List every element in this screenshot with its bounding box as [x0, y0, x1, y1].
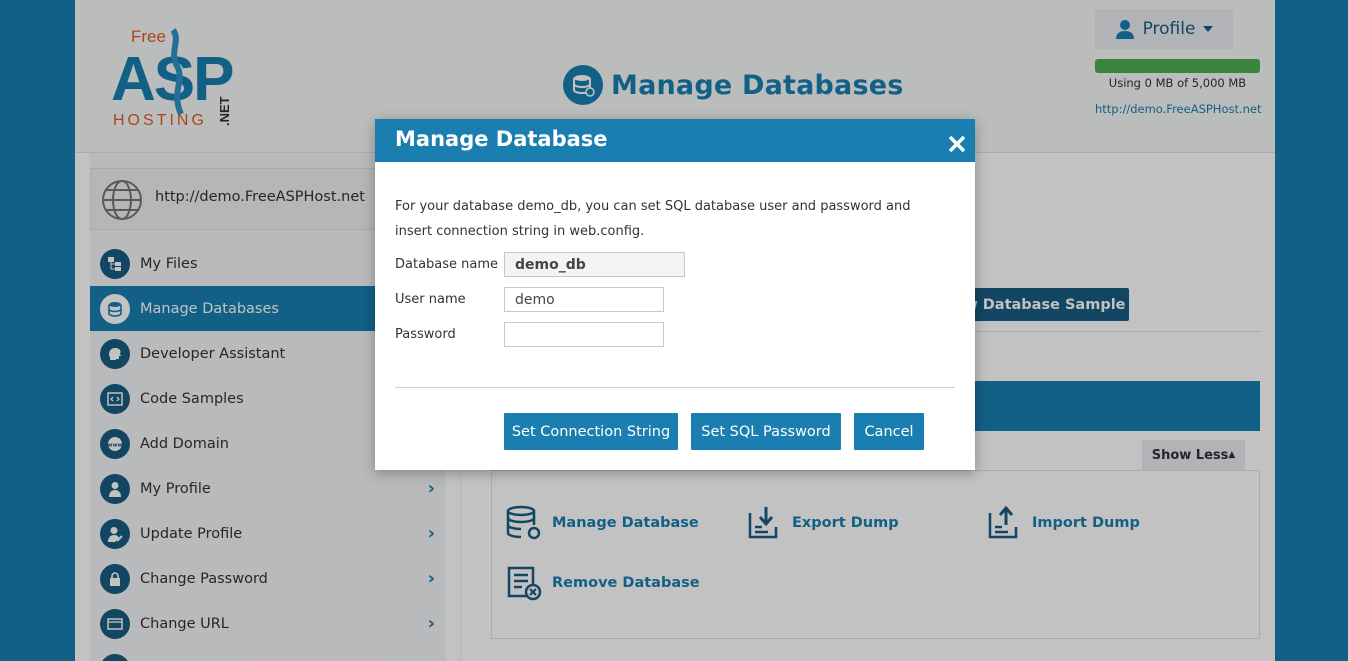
dialog-description: For your database demo_db, you can set S… [395, 199, 911, 239]
database-name-field[interactable] [504, 252, 685, 277]
dialog-divider [395, 387, 955, 388]
user-name-field[interactable] [504, 287, 664, 312]
set-connection-string-button[interactable]: Set Connection String [504, 413, 678, 450]
dialog-header: Manage Database [375, 119, 975, 162]
manage-database-dialog: Manage Database For your database demo_d… [375, 119, 975, 470]
user-name-label: User name [395, 292, 466, 307]
dialog-title: Manage Database [395, 127, 608, 151]
database-name-label: Database name [395, 257, 499, 272]
password-field[interactable] [504, 322, 664, 347]
set-sql-password-button[interactable]: Set SQL Password [691, 413, 841, 450]
cancel-button[interactable]: Cancel [854, 413, 924, 450]
password-label: Password [395, 327, 456, 342]
close-icon[interactable] [947, 131, 967, 155]
